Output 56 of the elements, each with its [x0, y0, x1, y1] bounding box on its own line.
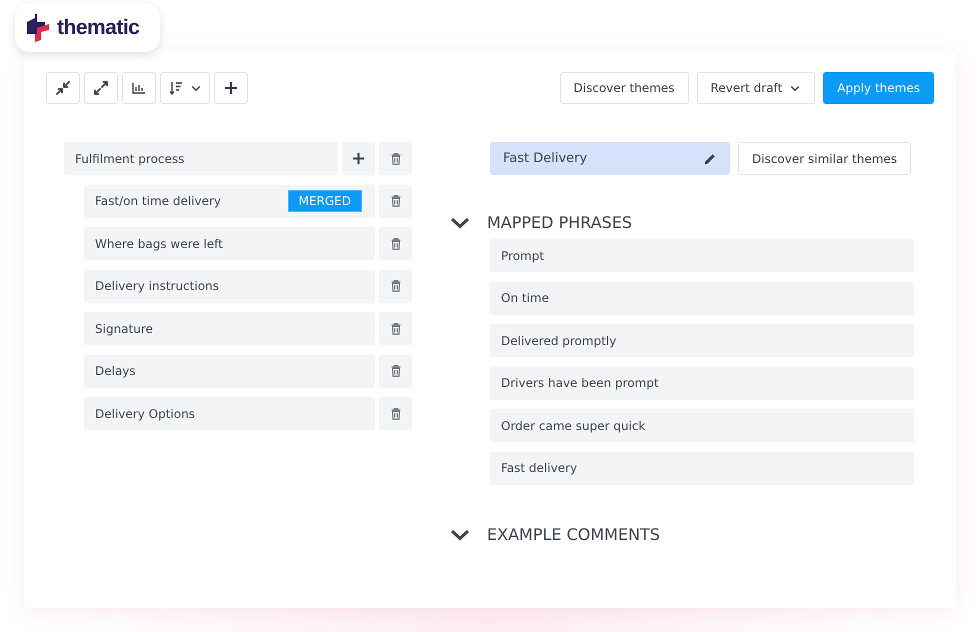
- expand-icon: [93, 80, 109, 96]
- theme-item[interactable]: Signature: [84, 312, 375, 345]
- phrase-item[interactable]: Delivered promptly: [490, 324, 914, 357]
- delete-button[interactable]: [379, 184, 412, 218]
- sort-icon: [168, 80, 184, 96]
- plus-icon: [223, 80, 239, 96]
- delete-button[interactable]: [379, 227, 412, 260]
- theme-label: Signature: [95, 320, 153, 338]
- trash-icon: [388, 322, 402, 336]
- delete-button[interactable]: [379, 312, 412, 345]
- expand-button[interactable]: [84, 72, 118, 104]
- trash-icon: [388, 236, 402, 250]
- trash-icon: [388, 406, 402, 420]
- sort-button[interactable]: [160, 72, 210, 104]
- theme-name: Fast Delivery: [503, 150, 588, 168]
- theme-item[interactable]: Fast/on time delivery MERGED: [84, 184, 375, 218]
- theme-label: Delivery Options: [95, 406, 195, 422]
- theme-label: Delivery instructions: [95, 278, 219, 295]
- pencil-icon: [703, 152, 717, 166]
- theme-label: Fast/on time delivery: [95, 193, 222, 210]
- action-button[interactable]: Discover themes: [560, 72, 689, 104]
- theme-name-field[interactable]: Fast Delivery: [490, 142, 730, 175]
- phrase-item[interactable]: On time: [490, 282, 914, 314]
- delete-button[interactable]: [379, 142, 412, 175]
- chevron-icon: [450, 215, 470, 231]
- phrase-item[interactable]: Fast delivery: [490, 452, 914, 484]
- merged-tag: MERGED: [288, 190, 362, 212]
- phrase-item[interactable]: Prompt: [490, 239, 914, 272]
- logo-text: thematic: [57, 14, 140, 41]
- phrase-item[interactable]: Order came super quick: [490, 409, 914, 442]
- trash-icon: [388, 152, 402, 166]
- theme-label: Where bags were left: [95, 236, 223, 252]
- trash-icon: [388, 364, 402, 378]
- collapse-icon: [55, 80, 71, 96]
- plus-icon: [351, 151, 366, 166]
- add-button[interactable]: [342, 142, 375, 175]
- bar-chart-icon: [131, 80, 147, 96]
- theme-item[interactable]: Where bags were left: [84, 227, 375, 260]
- section-title: EXAMPLE COMMENTS: [487, 524, 660, 546]
- trash-icon: [388, 194, 402, 208]
- theme-item[interactable]: Fulfilment process: [64, 142, 338, 175]
- theme-item[interactable]: Delivery instructions: [84, 270, 375, 302]
- delete-button[interactable]: [379, 270, 412, 302]
- section-title: MAPPED PHRASES: [487, 212, 632, 234]
- plus-button[interactable]: [214, 72, 248, 104]
- theme-label: Delays: [95, 363, 136, 380]
- bar-chart-button[interactable]: [122, 72, 156, 104]
- action-button[interactable]: Revert draft: [696, 72, 816, 104]
- discover-similar-button[interactable]: Discover similar themes: [738, 142, 912, 175]
- collapse-button[interactable]: [46, 72, 80, 104]
- trash-icon: [388, 279, 402, 293]
- theme-item[interactable]: Delays: [84, 354, 375, 388]
- delete-button[interactable]: [379, 397, 412, 430]
- theme-item[interactable]: Delivery Options: [84, 397, 375, 430]
- phrase-item[interactable]: Drivers have been prompt: [490, 366, 914, 400]
- delete-button[interactable]: [379, 354, 412, 388]
